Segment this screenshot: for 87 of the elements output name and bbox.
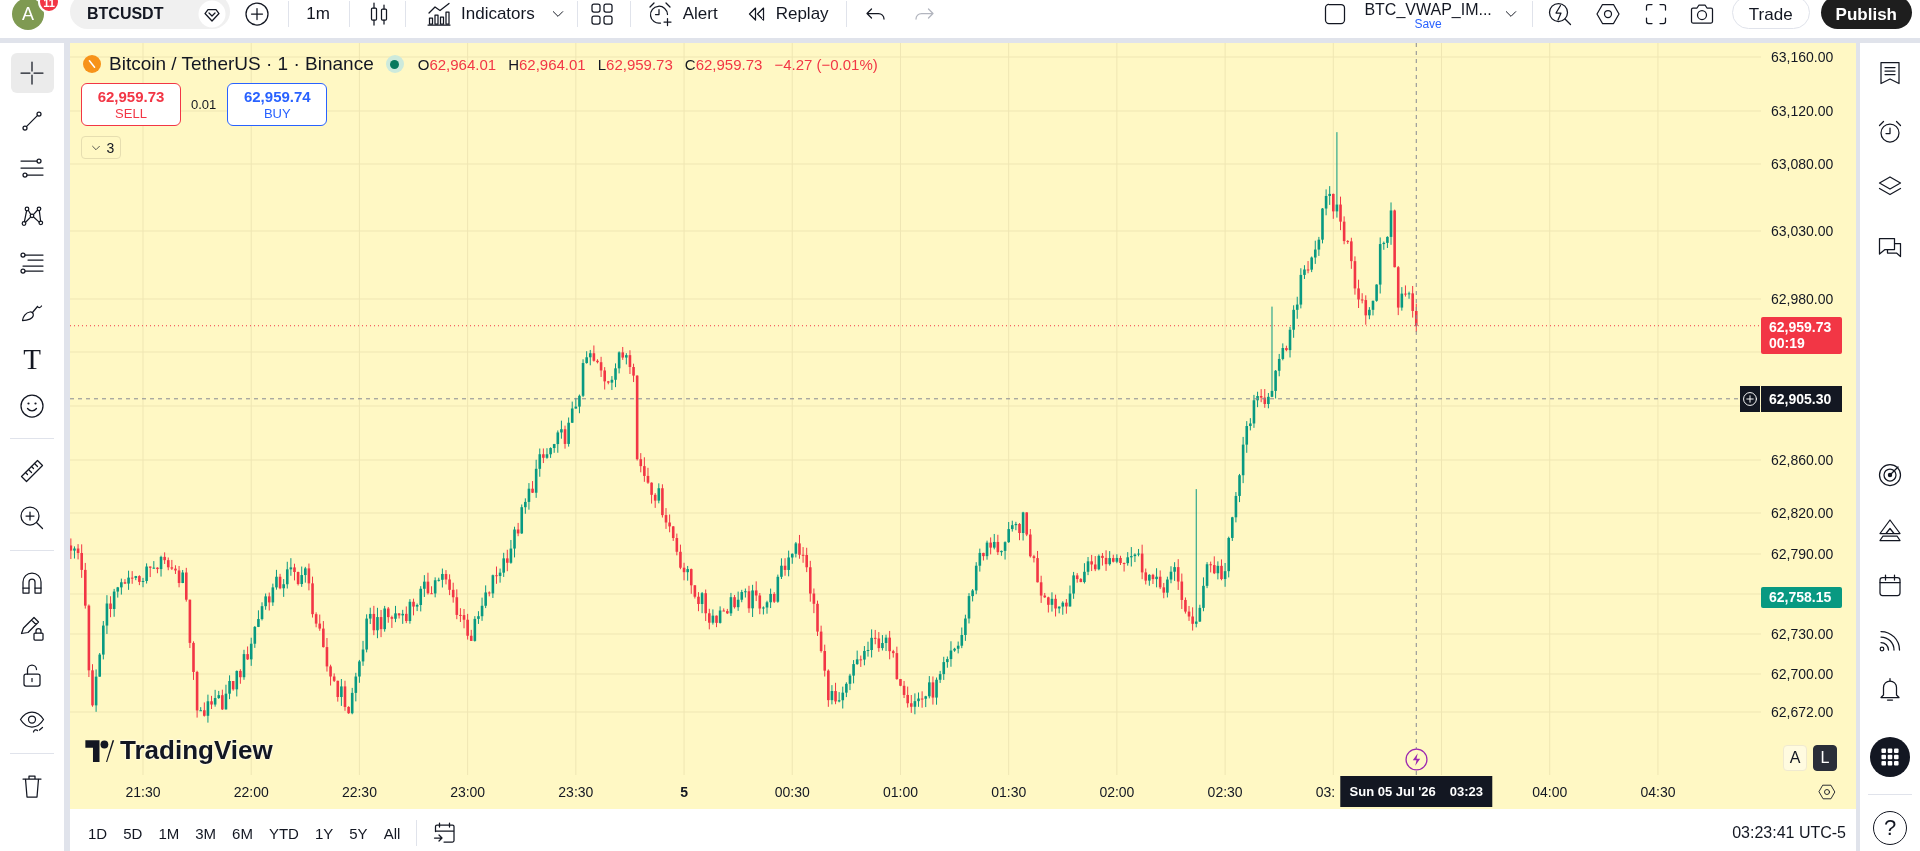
help-button[interactable]: ? (1873, 811, 1907, 845)
spread-value: 0.01 (191, 97, 217, 112)
scale-mode-button[interactable]: A (1783, 745, 1807, 771)
symbol-search-button[interactable]: BTCUSDT (70, 0, 230, 29)
range-button[interactable]: YTD (260, 819, 307, 847)
time-axis-label: 21:30 (125, 784, 161, 801)
price-axis-label: 62,820.00 (1771, 504, 1834, 522)
time-axis-label: 23:30 (558, 784, 594, 801)
price-axis-label: 62,860.00 (1771, 451, 1834, 469)
time-axis-label: 02:00 (1099, 784, 1135, 801)
time-axis-label: 01:00 (882, 784, 918, 801)
range-button[interactable]: 1D (80, 819, 116, 847)
range-button[interactable]: All (375, 819, 409, 847)
countdown-timer: 00:19 (1769, 335, 1806, 352)
logo-wordmark: TradingView (120, 737, 273, 764)
apps-grid-icon[interactable] (1870, 737, 1910, 777)
price-axis-label: 62,672.00 (1771, 703, 1834, 721)
last-price: 62,959.73 (1769, 319, 1833, 336)
buy-button[interactable]: 62,959.74 BUY (227, 83, 328, 126)
time-axis-label: 5 (680, 784, 688, 801)
bar-chart-icon (425, 0, 453, 28)
buy-price: 62,959.74 (243, 87, 311, 105)
time-axis-label: 23:00 (450, 784, 486, 801)
time-axis-label: 04:30 (1640, 784, 1676, 801)
replay-button[interactable]: Replay (741, 0, 829, 28)
price-change: −4.27 (−0.01%) (774, 55, 878, 73)
layout-name[interactable]: BTC_VWAP_IM... (1364, 1, 1492, 18)
indicators-toggle-button[interactable]: 3 (81, 136, 121, 159)
price-axis-label: 63,080.00 (1771, 155, 1834, 173)
range-button[interactable]: 1M (150, 819, 188, 847)
save-link[interactable]: Save (1414, 18, 1442, 31)
price-axis-label: 62,790.00 (1771, 545, 1834, 563)
price-axis-label: 62,700.00 (1771, 665, 1834, 683)
scale-settings-icon[interactable] (1817, 782, 1837, 802)
ohlc-reading: L62,959.73 (597, 55, 673, 73)
lightning-icon[interactable] (1404, 748, 1428, 771)
price-axis-label: 63,120.00 (1771, 102, 1834, 120)
publish-button[interactable]: Publish (1820, 0, 1912, 29)
interval-button[interactable]: 1m (303, 0, 333, 28)
time-axis-label: 22:00 (233, 784, 269, 801)
smiley-icon (18, 392, 46, 421)
time-axis-label: 02:30 (1207, 784, 1243, 801)
buy-label: BUY (263, 105, 291, 122)
add-icon[interactable] (243, 0, 271, 28)
gem-icon (198, 0, 226, 28)
price-axis-label: 62,980.00 (1771, 290, 1834, 308)
sell-button[interactable]: 62,959.73 SELL (81, 83, 181, 126)
alert-button[interactable]: Alert (646, 0, 718, 28)
trade-button[interactable]: Trade (1731, 0, 1810, 29)
time-axis-label: 03: (1315, 784, 1336, 801)
text-tool-button[interactable]: T (10, 338, 54, 379)
crosshair-price-label: 62,905.30 (1761, 386, 1842, 412)
symbol-title[interactable]: Bitcoin / TetherUS · 1 · Binance (109, 53, 374, 75)
crosshair-icon (18, 59, 46, 87)
sell-price: 62,959.73 (97, 87, 165, 105)
range-button[interactable]: 5Y (341, 819, 376, 847)
range-button[interactable]: 1Y (306, 819, 342, 847)
range-button[interactable]: 3M (187, 819, 225, 847)
range-button[interactable]: 5D (115, 819, 151, 847)
coin-icon (83, 55, 101, 73)
price-axis-label: 63,160.00 (1771, 48, 1834, 66)
time-axis-label: 22:30 (341, 784, 377, 801)
price-axis-label: 62,730.00 (1771, 625, 1834, 643)
plus-icon (1741, 390, 1759, 408)
crosshair-time: 03:23 (1449, 784, 1483, 799)
price-axis-label: 63,030.00 (1771, 222, 1834, 240)
scale-mode-button[interactable]: L (1813, 745, 1837, 771)
ohlc-reading: H62,964.01 (508, 55, 586, 73)
ohlc-reading: O62,964.01 (417, 55, 497, 73)
notification-badge: 11 (38, 0, 60, 13)
alarm-clock-icon[interactable] (1876, 118, 1904, 146)
pencil-lock-icon (18, 615, 46, 644)
clock-timezone[interactable]: 03:23:41 UTC-5 (1732, 824, 1846, 842)
sell-label: SELL (115, 105, 147, 122)
calendar-icon[interactable] (1876, 571, 1904, 599)
crosshair-tool-button[interactable] (10, 53, 54, 93)
ohlc-reading: C62,959.73 (684, 55, 763, 73)
time-axis-label: 04:00 (1532, 784, 1568, 801)
crosshair-date: Sun 05 Jul '26 (1349, 784, 1436, 799)
time-axis-label: 01:30 (991, 784, 1027, 801)
time-axis-label: 00:30 (774, 784, 810, 801)
logo-mark-icon (83, 738, 116, 763)
target-icon[interactable] (1876, 461, 1904, 489)
add-button[interactable] (1740, 386, 1760, 412)
price-marker-label: 62,758.15 (1761, 587, 1842, 608)
indicators-button[interactable]: Indicators (425, 0, 535, 28)
range-button[interactable]: 6M (224, 819, 261, 847)
